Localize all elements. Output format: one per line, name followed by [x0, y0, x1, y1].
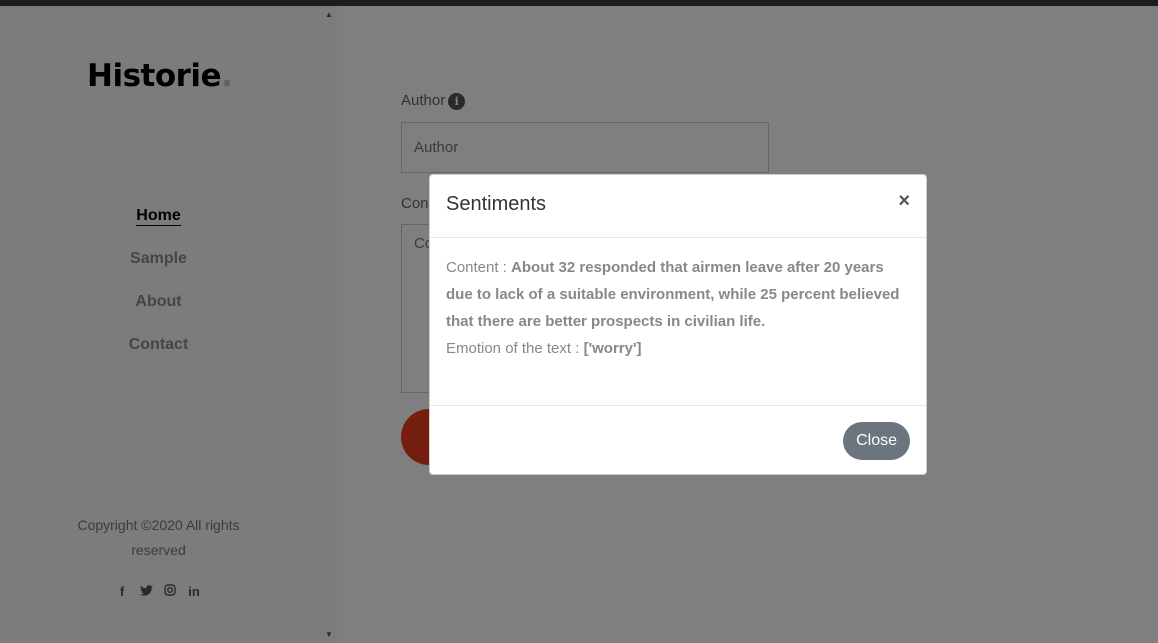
modal-title: Sentiments — [446, 193, 547, 215]
modal-header: Sentiments × — [430, 175, 926, 238]
sentiments-modal: Sentiments × Content : About 32 responde… — [429, 174, 927, 475]
modal-footer: Close — [430, 405, 926, 475]
close-icon[interactable]: × — [898, 190, 910, 213]
modal-body: Content : About 32 responded that airmen… — [446, 254, 910, 362]
emotion-result: Emotion of the text : ['worry'] — [446, 340, 642, 357]
close-button[interactable]: Close — [843, 422, 910, 460]
content-result: Content : About 32 responded that airmen… — [446, 259, 900, 330]
